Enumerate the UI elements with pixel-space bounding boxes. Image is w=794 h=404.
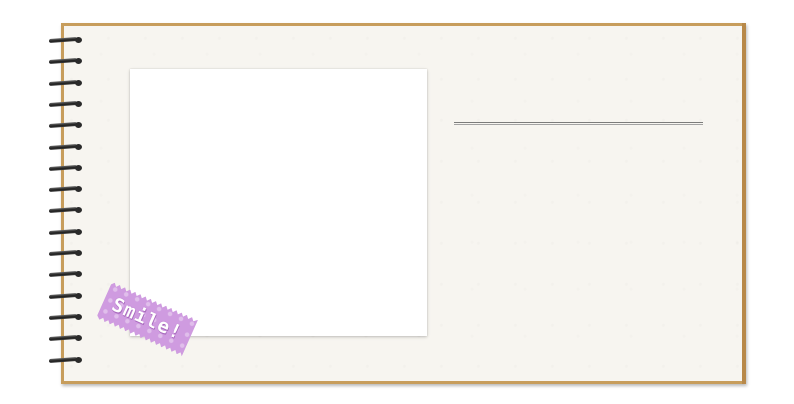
binding-ring: [49, 313, 82, 322]
ring-wire: [49, 122, 77, 129]
scrapbook-page: Smile!: [0, 0, 794, 404]
ring-wire: [49, 37, 77, 43]
binding-ring: [49, 185, 82, 194]
ring-hole: [75, 37, 82, 43]
binding-ring: [49, 121, 82, 130]
ring-wire: [49, 207, 77, 214]
ring-hole: [75, 207, 82, 214]
ring-hole: [75, 79, 82, 86]
ring-hole: [75, 58, 82, 65]
binding-ring: [49, 143, 82, 152]
binding-ring: [49, 79, 82, 88]
binding-ring: [49, 356, 82, 365]
ring-wire: [49, 313, 77, 320]
ring-hole: [75, 250, 82, 256]
ring-hole: [75, 100, 82, 107]
ring-hole: [75, 143, 82, 150]
ring-wire: [49, 186, 77, 193]
caption-line[interactable]: [454, 122, 703, 125]
ring-hole: [75, 271, 82, 278]
binding-ring: [49, 206, 82, 215]
ring-wire: [49, 164, 77, 171]
ring-wire: [49, 292, 77, 299]
binding-ring: [49, 270, 82, 279]
ring-hole: [75, 313, 82, 320]
binding-ring: [49, 36, 82, 45]
ring-hole: [75, 356, 82, 363]
ring-wire: [49, 228, 77, 235]
ring-wire: [49, 356, 77, 363]
binding-ring: [49, 164, 82, 173]
binding-ring: [49, 100, 82, 109]
ring-wire: [49, 79, 77, 86]
binding-ring: [49, 334, 82, 343]
binding-ring: [49, 249, 82, 258]
ring-wire: [49, 271, 77, 278]
ring-hole: [75, 122, 82, 129]
ring-hole: [75, 228, 82, 235]
ring-hole: [75, 164, 82, 171]
photo-placeholder[interactable]: [130, 69, 427, 336]
ring-hole: [75, 186, 82, 193]
spiral-binding: [49, 36, 85, 368]
ring-wire: [49, 143, 77, 150]
ring-hole: [75, 335, 82, 342]
ring-wire: [49, 100, 77, 107]
binding-ring: [49, 228, 82, 237]
ring-wire: [49, 335, 77, 342]
ring-hole: [75, 292, 82, 299]
binding-ring: [49, 57, 82, 66]
ring-wire: [49, 250, 77, 256]
ring-wire: [49, 58, 77, 65]
binding-ring: [49, 292, 82, 301]
